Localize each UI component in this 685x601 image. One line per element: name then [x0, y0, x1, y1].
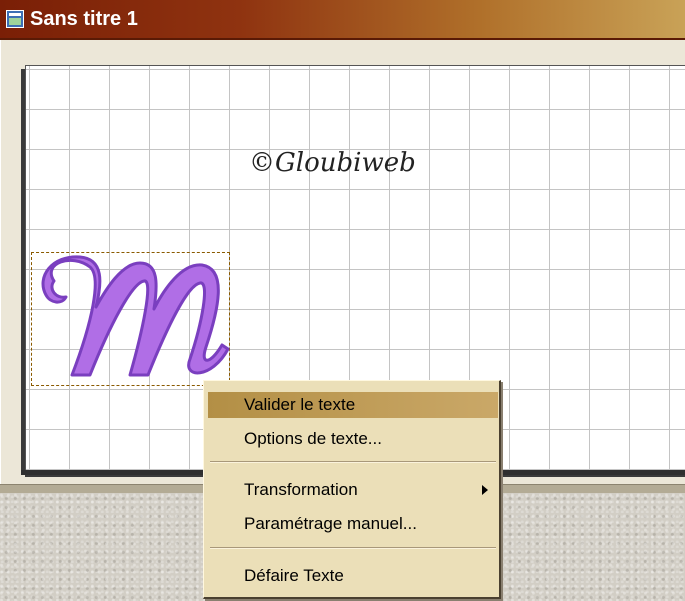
image-window-icon[interactable] — [6, 10, 24, 28]
menu-item-transformation[interactable]: Transformation — [208, 477, 498, 503]
context-menu: Valider le texte Options de texte... Tra… — [203, 380, 501, 599]
submenu-arrow-icon — [482, 485, 488, 495]
menu-separator — [210, 461, 496, 463]
text-selection-box[interactable] — [31, 252, 230, 386]
menu-item-label: Paramétrage manuel... — [244, 514, 417, 533]
window-title-bar[interactable]: Sans titre 1 — [0, 0, 685, 40]
menu-item-label: Options de texte... — [244, 429, 382, 448]
menu-item-label: Valider le texte — [244, 395, 356, 414]
menu-separator — [210, 547, 496, 549]
menu-item-valider-texte[interactable]: Valider le texte — [208, 392, 498, 418]
menu-item-options-texte[interactable]: Options de texte... — [208, 426, 498, 452]
watermark-text: ©Gloubiweb — [249, 148, 416, 178]
window-title: Sans titre 1 — [30, 8, 138, 30]
menu-item-label: Défaire Texte — [244, 566, 344, 585]
menu-item-parametrage-manuel[interactable]: Paramétrage manuel... — [208, 511, 498, 537]
menu-item-defaire-texte[interactable]: Défaire Texte — [208, 563, 498, 589]
menu-item-label: Transformation — [244, 480, 358, 499]
script-letter-m-graphic[interactable] — [32, 253, 231, 387]
